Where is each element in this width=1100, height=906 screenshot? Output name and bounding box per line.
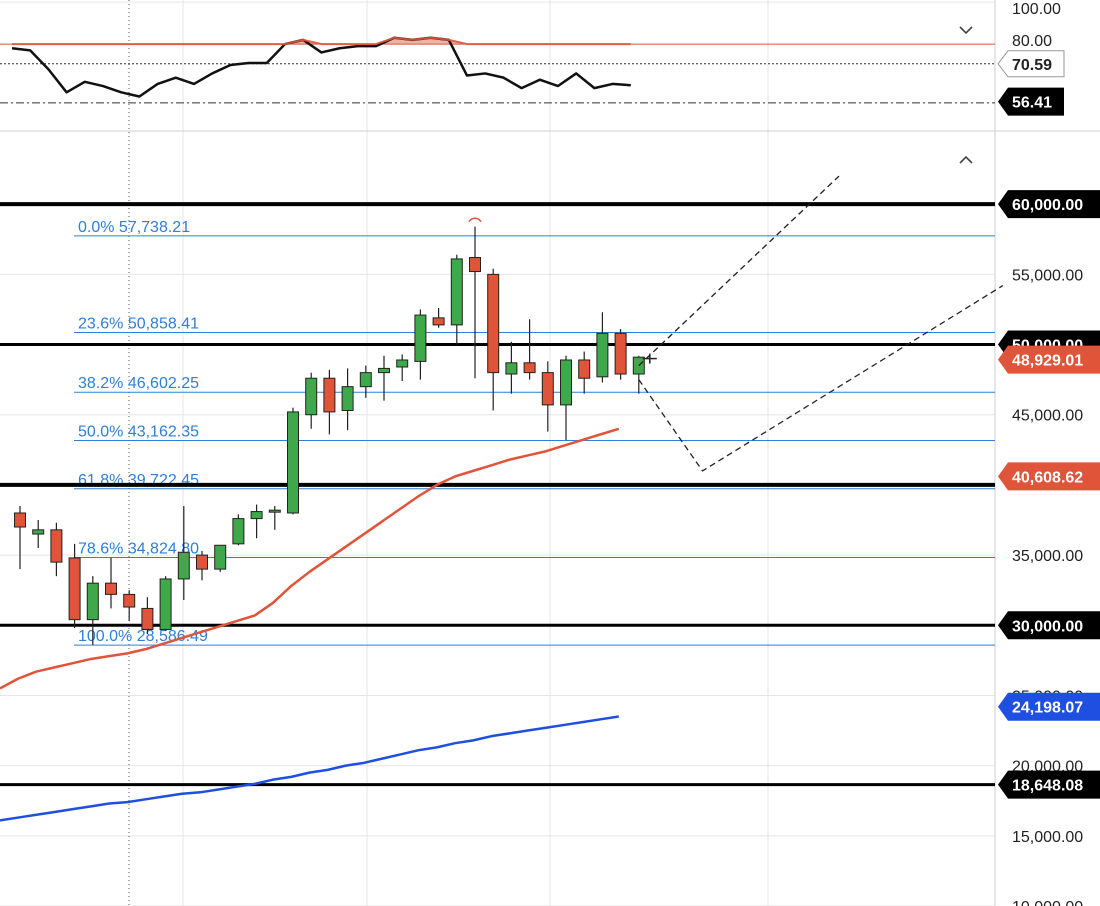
candle-body-14 [268, 509, 281, 513]
candle-body-25 [469, 257, 481, 273]
candle-body-9 [177, 551, 190, 580]
candle-body-1 [32, 529, 45, 535]
candle-body-0 [14, 512, 26, 528]
osc-reference-label: 70.59 [1012, 57, 1052, 74]
candle-body-17 [323, 377, 336, 413]
candle-body-3 [68, 557, 81, 621]
candle-body-28 [523, 362, 536, 374]
collapse-chevron-icon [959, 26, 973, 35]
candle-body-10 [196, 554, 208, 570]
chart-root: 100.00 80.00 70.59 56.41 55,000.00 45,000.00 3… [0, 0, 1100, 906]
candle-body-2 [50, 529, 63, 563]
price-tag-label-5: 24,198.07 [1012, 700, 1083, 717]
candle-body-33 [614, 332, 627, 375]
price-tag-label-0: 60,000.00 [1012, 197, 1083, 214]
candle-body-23 [432, 317, 445, 326]
moving-average-0 [0, 427, 620, 690]
candle-body-4 [86, 582, 99, 621]
candle-body-15 [287, 411, 299, 514]
price-tag-label-4: 30,000.00 [1012, 618, 1083, 635]
osc-tick-100: 100.00 [1012, 1, 1061, 18]
price-tag-label-6: 18,648.08 [1012, 778, 1083, 795]
price-tag-label-3: 40,608.62 [1012, 469, 1083, 486]
peak-marker-icon [468, 217, 482, 223]
candle-body-27 [505, 362, 518, 375]
osc-line-overbought [12, 36, 631, 46]
candle-body-7 [141, 607, 154, 630]
fib-label-3: 50.0% 43,162.35 [78, 424, 199, 441]
candle-body-5 [105, 582, 117, 595]
price-tick-6: 10,000.00 [1012, 899, 1083, 906]
fib-label-1: 23.6% 50,858.41 [78, 315, 199, 332]
price-chart[interactable]: 100.00 80.00 70.59 56.41 55,000.00 45,000.00 3… [0, 0, 1100, 906]
price-tick-0: 55,000.00 [1012, 267, 1083, 284]
price-tick-5: 15,000.00 [1012, 829, 1083, 846]
fib-label-0: 0.0% 57,738.21 [78, 219, 190, 236]
candle-body-22 [414, 314, 427, 362]
candle-body-12 [232, 518, 245, 545]
candle-body-20 [378, 367, 390, 374]
candle-body-19 [359, 372, 372, 388]
fib-label-2: 38.2% 46,602.25 [78, 375, 199, 392]
candle-body-18 [341, 386, 354, 412]
price-tick-1: 45,000.00 [1012, 408, 1083, 425]
candle-body-26 [487, 273, 500, 374]
candle-body-8 [159, 578, 172, 630]
expand-chevron-icon [959, 155, 973, 164]
candle-body-16 [305, 377, 318, 416]
candle-body-31 [578, 359, 591, 379]
candle-body-32 [596, 332, 609, 378]
candle-body-24 [450, 258, 463, 326]
osc-current-label: 56.41 [1012, 95, 1052, 112]
candle-body-11 [214, 544, 227, 570]
moving-average-1 [0, 715, 619, 822]
candle-body-29 [541, 372, 554, 406]
price-tick-2: 35,000.00 [1012, 548, 1083, 565]
price-tag-label-2: 48,929.01 [1012, 353, 1083, 370]
candle-body-30 [560, 359, 572, 406]
candle-body-6 [123, 593, 136, 608]
osc-line [11, 36, 631, 98]
candle-body-13 [250, 511, 263, 520]
candle-body-21 [396, 359, 409, 368]
osc-tick-80: 80.00 [1012, 33, 1052, 50]
